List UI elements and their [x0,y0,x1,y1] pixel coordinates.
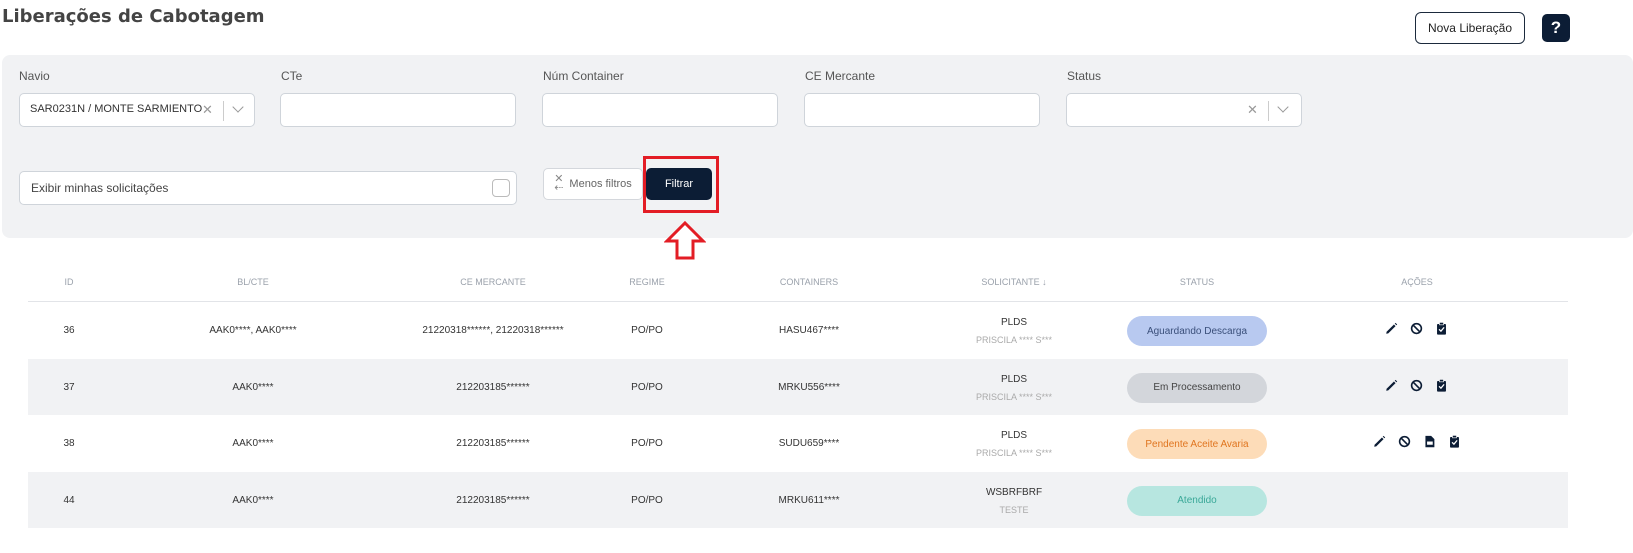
cell-solicitante-org: PLDS [1000,373,1028,385]
row-actions [1373,435,1461,448]
pdf-file-icon[interactable] [1423,435,1436,448]
cell-bl: AAK0**** [232,438,274,449]
exibir-checkbox[interactable] [492,179,510,197]
row-actions [1385,322,1448,335]
cancel-icon[interactable] [1398,435,1411,448]
cell-solicitante-user: TESTE [999,504,1029,515]
col-solicitante[interactable]: SOLICITANTE ↓ [981,277,1046,287]
col-regime[interactable]: REGIME [629,277,665,287]
collapse-filters-icon: ✕ ⇠ [554,173,564,194]
num-container-label: Núm Container [543,69,624,83]
menos-filtros-button[interactable]: ✕ ⇠ Menos filtros [543,168,643,200]
sort-arrow-icon: ↓ [1042,277,1047,287]
close-icon[interactable]: ✕ [1247,102,1258,118]
cancel-icon[interactable] [1410,322,1423,335]
cell-id: 36 [63,325,75,336]
cte-input[interactable] [280,93,516,127]
chevron-down-icon[interactable] [232,101,244,113]
table-row[interactable]: 38 AAK0**** 212203185****** PO/PO SUDU65… [28,415,1568,472]
help-button[interactable]: ? [1542,14,1570,42]
cell-id: 38 [63,438,75,449]
status-select[interactable]: ✕ [1066,93,1302,127]
table-header: ID BL/CTE CE MERCANTE REGIME CONTAINERS … [28,265,1568,302]
cell-ce: 212203185****** [456,494,530,506]
col-status[interactable]: STATUS [1180,277,1214,287]
cell-solicitante-org: WSBRFBRF [985,486,1043,498]
exibir-minhas-toggle[interactable]: Exibir minhas solicitações [19,171,517,205]
pencil-icon[interactable] [1385,379,1398,392]
close-icon[interactable]: ✕ [202,102,213,118]
cell-regime: PO/PO [631,438,663,449]
liberacoes-table: ID BL/CTE CE MERCANTE REGIME CONTAINERS … [28,265,1568,528]
cell-solicitante-user: PRISCILA **** S*** [975,391,1053,402]
menos-filtros-label: Menos filtros [569,178,632,190]
status-label: Status [1067,69,1102,83]
cell-solicitante-org: PLDS [1000,430,1028,441]
select-separator [1268,101,1269,121]
ce-mercante-input[interactable] [804,93,1040,127]
cell-solicitante-user: PRISCILA **** S*** [975,335,1053,345]
cell-containers: MRKU611**** [778,494,840,506]
navio-select[interactable]: SAR0231N / MONTE SARMIENTO ✕ [19,93,255,127]
cell-solicitante-user: PRISCILA **** S*** [975,448,1053,458]
select-separator [223,101,224,121]
num-container-input[interactable] [542,93,778,127]
cell-regime: PO/PO [631,381,663,393]
status-badge: Aguardando Descarga [1127,316,1267,346]
table-row[interactable]: 44 AAK0**** 212203185****** PO/PO MRKU61… [28,471,1568,528]
cell-containers: SUDU659**** [778,438,840,449]
cell-containers: HASU467**** [778,325,840,336]
status-badge: Pendente Aceite Avaria [1127,429,1267,459]
cancel-icon[interactable] [1410,379,1423,392]
status-badge: Em Processamento [1127,372,1267,403]
cell-id: 44 [63,494,75,506]
cte-label: CTe [281,69,303,83]
row-actions [1385,378,1448,392]
exibir-label: Exibir minhas solicitações [31,181,169,195]
chevron-down-icon[interactable] [1277,101,1289,113]
col-bl-cte[interactable]: BL/CTE [237,277,269,287]
pencil-icon[interactable] [1373,435,1386,448]
table-row[interactable]: 36 AAK0****, AAK0**** 21220318******, 21… [28,302,1568,359]
navio-label: Navio [19,69,50,83]
nova-liberacao-button[interactable]: Nova Liberação [1415,12,1525,44]
highlight-box [643,156,719,213]
cell-regime: PO/PO [631,494,663,506]
cell-ce: 21220318******, 21220318****** [422,325,564,336]
arrow-up-icon [664,221,706,260]
col-acoes: AÇÕES [1401,277,1433,287]
status-badge: Atendido [1127,485,1267,516]
clipboard-check-icon[interactable] [1435,378,1448,392]
clipboard-check-icon[interactable] [1448,435,1461,448]
page: Liberações de Cabotagem Nova Liberação ?… [0,0,1633,553]
cell-solicitante-org: PLDS [1000,317,1028,328]
pencil-icon[interactable] [1385,322,1398,335]
cell-bl: AAK0****, AAK0**** [209,325,297,336]
filter-panel: Navio SAR0231N / MONTE SARMIENTO ✕ CTe N… [2,55,1633,260]
cell-containers: MRKU556**** [778,381,840,393]
cell-ce: 212203185****** [456,438,530,449]
col-containers[interactable]: CONTAINERS [780,277,838,287]
col-ce-mercante[interactable]: CE MERCANTE [460,277,526,287]
col-id[interactable]: ID [65,277,74,287]
cell-regime: PO/PO [631,325,663,336]
ce-mercante-label: CE Mercante [805,69,876,83]
solicitante-header-label: SOLICITANTE [981,277,1040,287]
cell-id: 37 [63,381,75,393]
cell-bl: AAK0**** [232,381,274,393]
cell-bl: AAK0**** [232,494,274,506]
navio-value: SAR0231N / MONTE SARMIENTO [30,103,203,115]
page-title: Liberações de Cabotagem [2,6,265,27]
table-row[interactable]: 37 AAK0**** 212203185****** PO/PO MRKU55… [28,358,1568,415]
clipboard-check-icon[interactable] [1435,322,1448,335]
cell-ce: 212203185****** [456,381,530,393]
